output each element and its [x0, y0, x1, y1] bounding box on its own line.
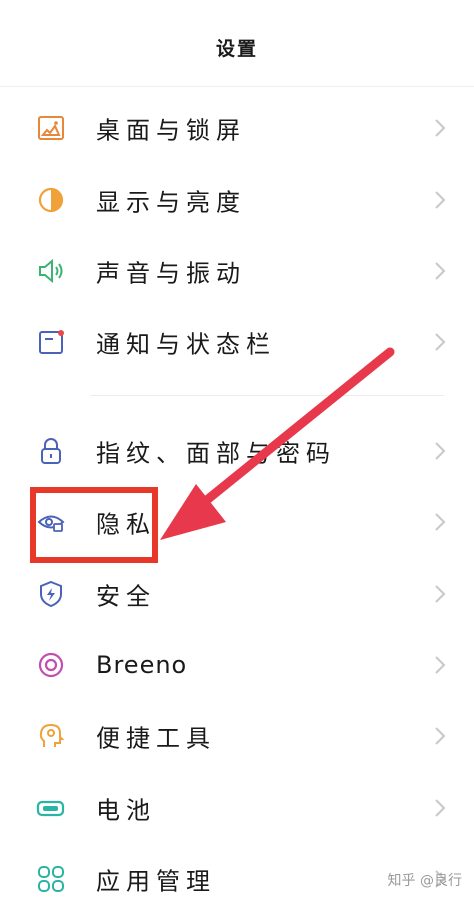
settings-item-label: 安全 — [96, 582, 156, 611]
settings-item-label: 通知与状态栏 — [96, 330, 276, 359]
chevron-right-icon — [434, 798, 446, 818]
settings-item-label: 应用管理 — [96, 867, 216, 896]
settings-item-sound[interactable]: 声音与振动 — [0, 235, 474, 307]
breeno-icon — [36, 650, 66, 680]
speaker-icon — [36, 256, 66, 286]
settings-item-breeno[interactable]: Breeno — [0, 629, 474, 701]
settings-item-convenience-tools[interactable]: 便捷工具 — [0, 700, 474, 772]
settings-item-battery[interactable]: 电池 — [0, 772, 474, 844]
chevron-right-icon — [434, 655, 446, 675]
battery-icon — [36, 793, 66, 823]
settings-item-label: 桌面与锁屏 — [96, 116, 246, 145]
settings-item-label: 便捷工具 — [96, 724, 216, 753]
tools-head-icon — [36, 721, 66, 751]
chevron-right-icon — [434, 441, 446, 461]
notification-icon — [36, 327, 66, 357]
apps-icon — [36, 864, 66, 894]
settings-item-label: 指纹、面部与密码 — [96, 439, 336, 468]
settings-item-wallpaper[interactable]: 桌面与锁屏 — [0, 92, 474, 164]
brightness-icon — [36, 185, 66, 215]
chevron-right-icon — [434, 261, 446, 281]
watermark: 知乎 @良行 — [387, 873, 462, 889]
settings-item-label: 声音与振动 — [96, 259, 246, 288]
chevron-right-icon — [434, 190, 446, 210]
page-title: 设置 — [215, 37, 258, 60]
header-bar: 设置 — [0, 0, 474, 87]
shield-icon — [36, 579, 66, 609]
wallpaper-icon — [36, 113, 66, 143]
settings-item-security[interactable]: 安全 — [0, 558, 474, 630]
lock-icon — [36, 436, 66, 466]
chevron-right-icon — [434, 332, 446, 352]
section-divider — [90, 395, 444, 396]
chevron-right-icon — [434, 584, 446, 604]
settings-item-display[interactable]: 显示与亮度 — [0, 164, 474, 236]
chevron-right-icon — [434, 726, 446, 746]
settings-item-label: Breeno — [96, 651, 188, 679]
settings-item-label: 电池 — [96, 796, 156, 825]
settings-item-label: 显示与亮度 — [96, 188, 246, 217]
privacy-highlight-box — [30, 487, 158, 563]
chevron-right-icon — [434, 118, 446, 138]
settings-item-notifications[interactable]: 通知与状态栏 — [0, 306, 474, 378]
settings-item-fingerprint-face-password[interactable]: 指纹、面部与密码 — [0, 415, 474, 487]
chevron-right-icon — [434, 512, 446, 532]
